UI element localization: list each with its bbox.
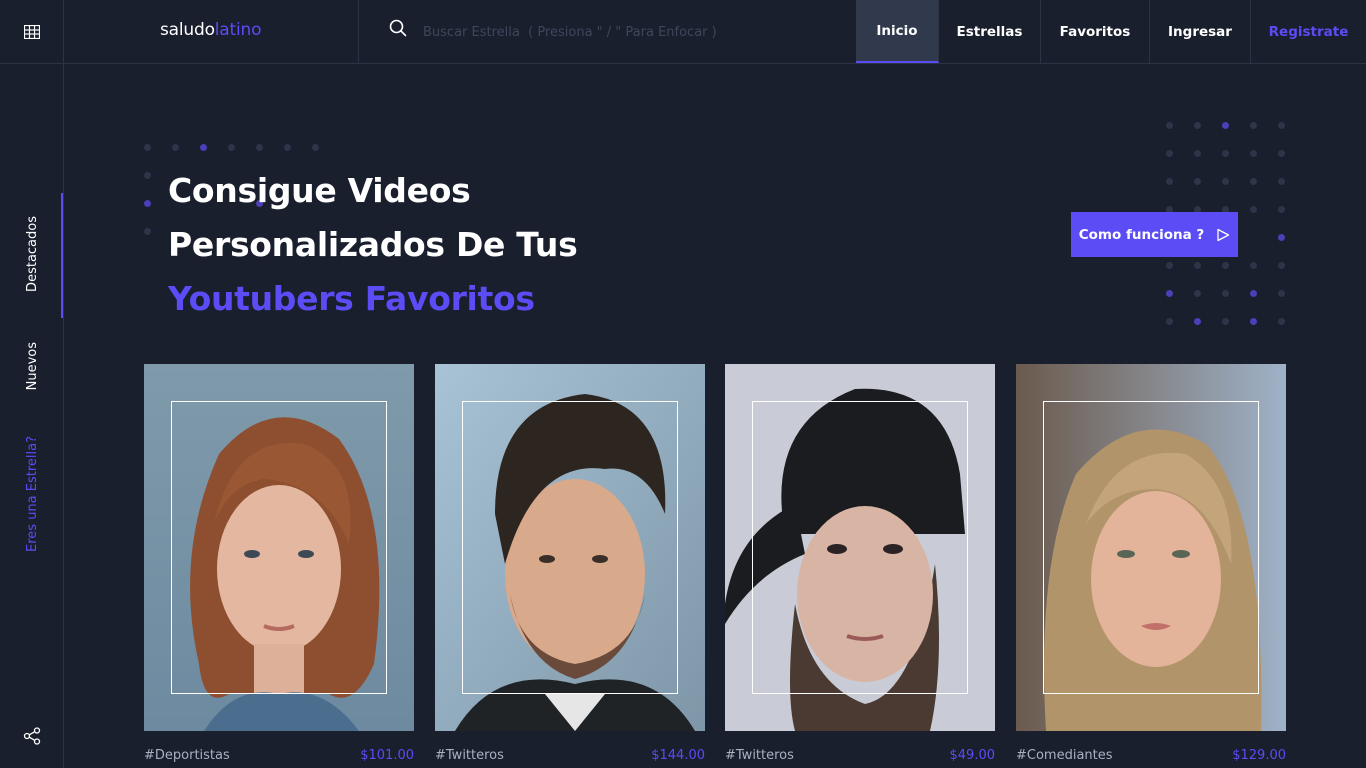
category-tag[interactable]: #Twitteros [725, 748, 794, 763]
sidebar-item-destacados[interactable]: Destacados [0, 216, 64, 292]
hero-line-3: Youtubers Favoritos [168, 279, 535, 318]
sidebar-item-nuevos[interactable]: Nuevos [0, 342, 64, 390]
star-card[interactable]: #Deportistas $101.00 [144, 364, 414, 768]
logo-part-2: latino [214, 20, 262, 40]
nav-inicio[interactable]: Inicio [856, 0, 939, 63]
sidebar-item-label: Eres una Estrella? [24, 436, 40, 552]
hero-title: Consigue Videos Personalizados De Tus Yo… [168, 164, 578, 326]
main-nav: Inicio Estrellas Favoritos Ingresar Regi… [856, 0, 1366, 63]
nav-favoritos[interactable]: Favoritos [1041, 0, 1150, 63]
apps-menu-button[interactable] [0, 0, 64, 63]
card-meta: #Twitteros $144.00 [435, 748, 705, 763]
star-photo [1016, 364, 1286, 731]
grid-icon [23, 24, 40, 39]
star-card[interactable]: #Comediantes $129.00 [1016, 364, 1286, 768]
logo-part-1: saludo [160, 20, 215, 40]
price: $101.00 [360, 748, 414, 763]
photo-frame [752, 401, 968, 694]
sidebar-item-eres-una-estrella[interactable]: Eres una Estrella? [0, 436, 64, 552]
hero-line-1: Consigue Videos [168, 171, 471, 210]
star-photo [144, 364, 414, 731]
sidebar-item-label: Destacados [24, 216, 40, 292]
star-card[interactable]: #Twitteros $144.00 [435, 364, 705, 768]
category-tag[interactable]: #Comediantes [1016, 748, 1113, 763]
top-bar: saludolatino Inicio Estrellas Favoritos … [0, 0, 1366, 64]
nav-registrate[interactable]: Registrate [1251, 0, 1366, 63]
search-bar [359, 0, 856, 63]
photo-frame [171, 401, 387, 694]
left-rail: Destacados Nuevos Eres una Estrella? [0, 64, 64, 768]
como-funciona-button[interactable]: Como funciona ? [1071, 212, 1238, 257]
price: $49.00 [949, 748, 996, 763]
star-photo [435, 364, 705, 731]
nav-estrellas[interactable]: Estrellas [939, 0, 1041, 63]
star-card[interactable]: #Twitteros $49.00 [725, 364, 995, 768]
share-icon[interactable] [22, 726, 42, 746]
nav-ingresar[interactable]: Ingresar [1150, 0, 1251, 63]
hero-line-2: Personalizados De Tus [168, 225, 578, 264]
category-tag[interactable]: #Twitteros [435, 748, 504, 763]
search-icon[interactable] [389, 19, 407, 37]
card-meta: #Twitteros $49.00 [725, 748, 995, 763]
photo-frame [1043, 401, 1259, 694]
card-meta: #Comediantes $129.00 [1016, 748, 1286, 763]
logo[interactable]: saludolatino [160, 20, 261, 40]
play-icon [1217, 228, 1230, 241]
category-tag[interactable]: #Deportistas [144, 748, 230, 763]
cta-label: Como funciona ? [1078, 226, 1205, 243]
logo-container: saludolatino [64, 0, 359, 63]
price: $144.00 [651, 748, 705, 763]
price: $129.00 [1232, 748, 1286, 763]
card-meta: #Deportistas $101.00 [144, 748, 414, 763]
search-input[interactable] [423, 20, 843, 44]
photo-frame [462, 401, 678, 694]
star-photo [725, 364, 995, 731]
sidebar-item-label: Nuevos [24, 342, 40, 391]
